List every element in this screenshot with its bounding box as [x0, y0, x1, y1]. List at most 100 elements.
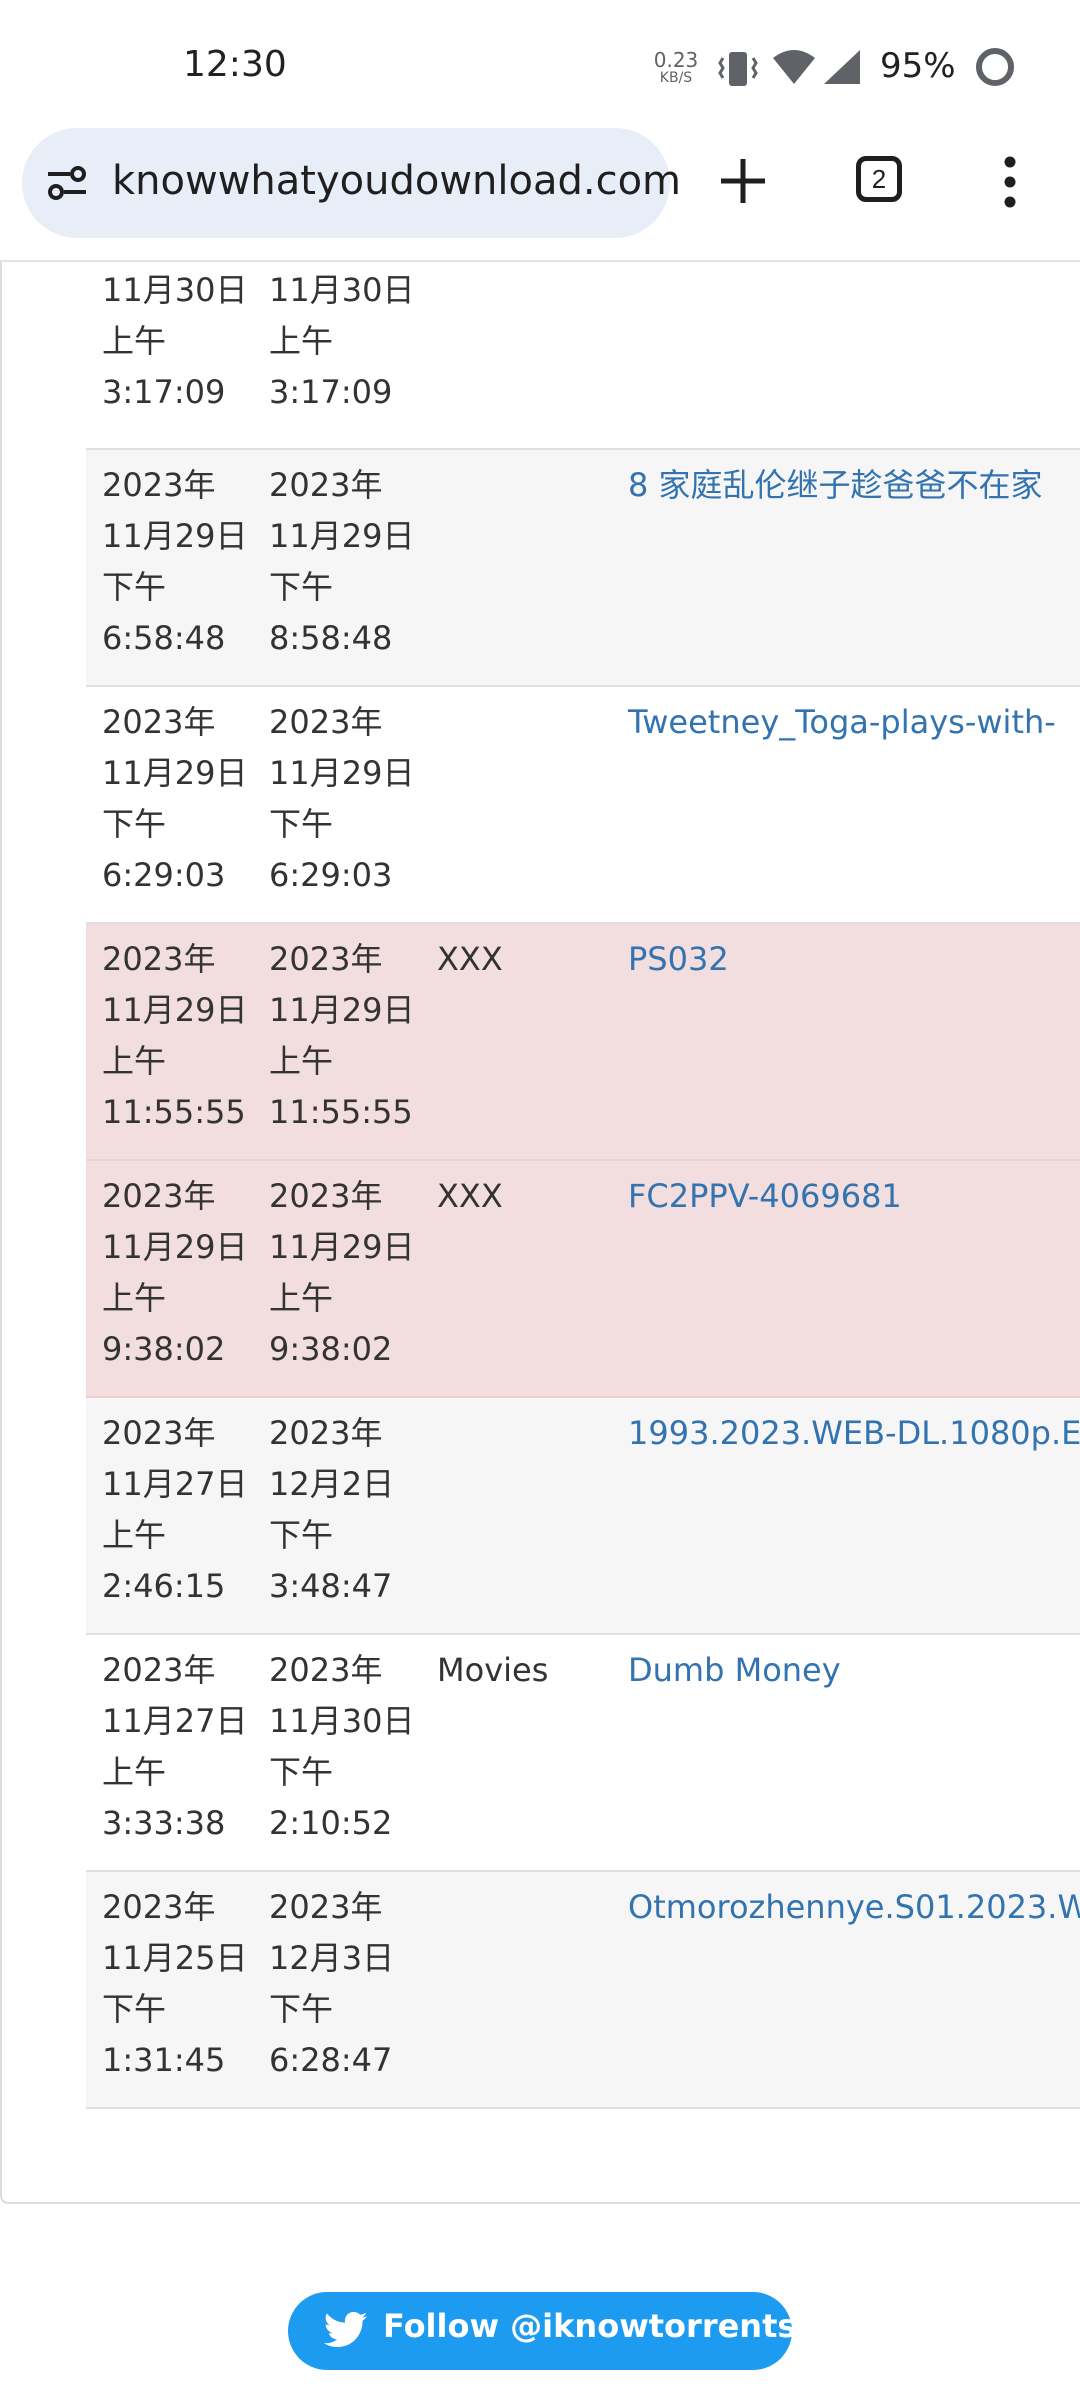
last-seen-cell-line: 9:38:02 — [269, 1330, 393, 1368]
torrent-title-link[interactable]: Tweetney_Toga-plays-with- — [628, 697, 1056, 748]
last-seen-cell-line: 2023年 — [269, 1414, 383, 1452]
table-row: 2023年 11月29日 下午 6:29:03 2023年 11月29日 下午 6:29:03… — [86, 687, 1080, 924]
twitter-follow-button[interactable]: Follow @iknowtorrents — [288, 2292, 796, 2370]
last-seen-cell-line: 11月29日 — [269, 1228, 415, 1266]
download-table: 2023年11月30日上午3:17:092023年11月30日上午3:17:09… — [86, 262, 1080, 2109]
last-seen-cell-line: 3:17:09 — [269, 373, 393, 411]
first-seen-cell-line: 2023年 — [102, 1888, 216, 1926]
first-seen-cell-line: 11月29日 — [102, 1228, 248, 1266]
last-seen-cell-line: 2023年 — [269, 1651, 383, 1689]
torrent-title-link[interactable]: 1993.2023.WEB-DL.1080p.El — [628, 1408, 1080, 1459]
table-row: 2023年 11月29日 上午 11:55:55 2023年 11月29日 上午 11:55:… — [86, 924, 1080, 1161]
last-seen-cell-line: 下午 — [269, 1990, 334, 2028]
first-seen-cell-line: 11:55:55 — [102, 1093, 246, 1131]
last-seen-cell: 2023年 11月29日 下午 6:29:03 — [269, 697, 414, 901]
first-seen-cell-line: 上午 — [102, 1042, 167, 1080]
last-seen-cell-line: 上午 — [269, 1279, 334, 1317]
last-seen-cell-line: 下午 — [269, 805, 334, 843]
last-seen-cell-line: 2023年 — [269, 1177, 383, 1215]
browser-toolbar: knowwhatyoudownload.com 2 — [0, 128, 1080, 262]
last-seen-cell-line: 下午 — [269, 1516, 334, 1554]
last-seen-cell-line: 11月29日 — [269, 517, 415, 555]
first-seen-cell: 2023年 11月29日 上午 9:38:02 — [102, 1171, 247, 1375]
last-seen-cell-line: 11:55:55 — [269, 1093, 413, 1131]
first-seen-cell-line: 11月27日 — [102, 1465, 248, 1503]
first-seen-cell-line: 2023年 — [102, 1177, 216, 1215]
first-seen-cell-line: 6:29:03 — [102, 856, 226, 894]
download-history-card: 2023年11月30日上午3:17:092023年11月30日上午3:17:09… — [0, 262, 1080, 2204]
table-row: 2023年11月30日上午3:17:092023年11月30日上午3:17:09… — [86, 262, 1080, 450]
torrent-title-link[interactable]: Otmorozhennye.S01.2023.WE — [628, 1882, 1080, 1933]
table-row: 2023年 11月29日 上午 9:38:02 2023年 11月29日 上午 9:38:02… — [86, 1161, 1080, 1398]
first-seen-cell: 2023年 11月25日 下午 1:31:45 — [102, 1882, 247, 2086]
tab-switcher-button[interactable]: 2 — [856, 156, 902, 202]
table-row: 2023年 11月25日 下午 1:31:45 2023年 12月3日下午 6:28:47 O… — [86, 1872, 1080, 2109]
first-seen-cell: 2023年 11月29日 下午 6:29:03 — [102, 697, 247, 901]
torrent-title-link[interactable]: FC2PPV-4069681 — [628, 1171, 902, 1222]
battery-icon — [976, 48, 1014, 86]
first-seen-cell-line: 上午 — [102, 322, 167, 360]
last-seen-cell: 2023年 12月3日 下午 6:28:47 — [269, 1882, 394, 2086]
torrent-title-link[interactable]: PS032 — [628, 934, 729, 985]
first-seen-cell-line: 6:58:48 — [102, 619, 226, 657]
last-seen-cell-line: 6:28:47 — [269, 2041, 393, 2079]
last-seen-cell-line: 11月29日 — [269, 991, 415, 1029]
last-seen-cell-line: 8:58:48 — [269, 619, 393, 657]
wifi-icon — [773, 50, 815, 84]
last-seen-cell-line: 2:10:52 — [269, 1804, 393, 1842]
network-speed-unit: KB/S — [659, 70, 693, 86]
last-seen-cell: 2023年 11月29日 上午 11:55:55 — [269, 934, 414, 1138]
torrent-title-link[interactable]: 8 家庭乱伦继子趁爸爸不在家 — [628, 460, 1043, 511]
last-seen-cell-line: 12月2日 — [269, 1465, 395, 1503]
last-seen-cell-line: 下午 — [269, 1753, 334, 1791]
address-bar[interactable]: knowwhatyoudownload.com — [22, 128, 681, 238]
last-seen-cell-line: 11月30日 — [269, 271, 415, 309]
more-menu-icon[interactable] — [1000, 154, 1020, 210]
status-bar: 12:30 0.23 KB/S 95% — [0, 0, 1080, 128]
last-seen-cell-line: 下午 — [269, 568, 334, 606]
last-seen-cell: 2023年 11月29日 上午 9:38:02 — [269, 1171, 414, 1375]
status-time: 12:30 — [183, 44, 287, 85]
category-cell: XXX — [437, 940, 503, 978]
first-seen-cell-line: 上午 — [102, 1279, 167, 1317]
first-seen-cell-line: 下午 — [102, 805, 167, 843]
vibrate-icon — [718, 52, 758, 86]
first-seen-cell-line: 11月29日 — [102, 517, 248, 555]
site-settings-icon[interactable] — [44, 160, 90, 206]
first-seen-cell-line: 11月25日 — [102, 1939, 248, 1977]
last-seen-cell-line: 11月29日 — [269, 754, 415, 792]
first-seen-cell-line: 1:31:45 — [102, 2041, 226, 2079]
last-seen-cell-line: 2023年 — [269, 940, 383, 978]
category-cell: Movies — [437, 1651, 549, 1689]
last-seen-cell-line: 11月30日 — [269, 1702, 415, 1740]
last-seen-cell: 2023年 11月29日 下午 8:58:48 — [269, 460, 414, 664]
last-seen-cell-line: 上午 — [269, 322, 334, 360]
last-seen-cell: 2023年 11月30日 下午 2:10:52 — [269, 1645, 414, 1849]
last-seen-cell-line: 2023年 — [269, 703, 383, 741]
last-seen-cell-line: 3:48:47 — [269, 1567, 393, 1605]
first-seen-cell-line: 11月27日 — [102, 1702, 248, 1740]
first-seen-cell-line: 2023年 — [102, 466, 216, 504]
table-row: 2023年 11月29日 下午 6:58:48 2023年 11月29日 下午 8:58:48… — [86, 450, 1080, 687]
last-seen-cell-line: 6:29:03 — [269, 856, 393, 894]
last-seen-cell-line: 上午 — [269, 1042, 334, 1080]
new-tab-icon[interactable] — [718, 156, 768, 206]
first-seen-cell-line: 11月29日 — [102, 991, 248, 1029]
first-seen-cell-line: 下午 — [102, 1990, 167, 2028]
first-seen-cell: 2023年 11月27日 上午 3:33:38 — [102, 1645, 247, 1849]
torrent-title-link[interactable]: Dumb Money — [628, 1645, 841, 1696]
first-seen-cell-line: 上午 — [102, 1516, 167, 1554]
first-seen-cell-line: 9:38:02 — [102, 1330, 226, 1368]
torrent-title-link[interactable]: The Boys — [628, 262, 775, 265]
url-text[interactable]: knowwhatyoudownload.com — [112, 158, 681, 204]
last-seen-cell-line: 2023年 — [269, 466, 383, 504]
first-seen-cell-line: 2023年 — [102, 940, 216, 978]
first-seen-cell: 2023年 11月27日 上午 2:46:15 — [102, 1408, 247, 1612]
network-speed-value: 0.23 — [653, 48, 699, 72]
follow-button-label: Follow @iknowtorrents — [383, 2307, 797, 2345]
last-seen-cell: 2023年 12月2日下午 3:48:47 — [269, 1408, 394, 1612]
last-seen-cell-line: 12月3日 — [269, 1939, 395, 1977]
first-seen-cell: 2023年11月30日上午3:17:09 — [102, 262, 247, 418]
cell-signal-icon — [824, 50, 860, 84]
first-seen-cell: 2023年 11月29日 上午 11:55:55 — [102, 934, 247, 1138]
